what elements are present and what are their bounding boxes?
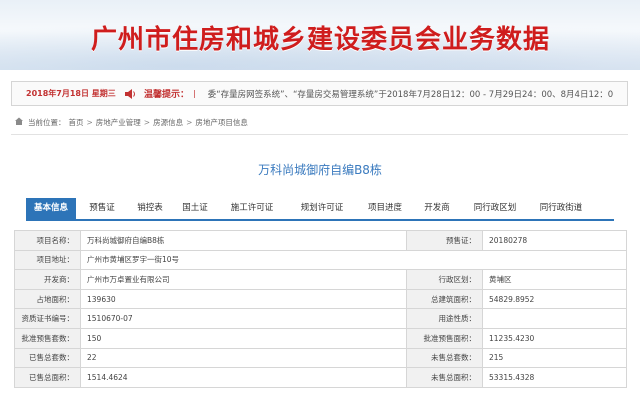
value-project-address: 广州市黄埔区罗宇一街10号 bbox=[80, 249, 627, 271]
tab-construction-permit[interactable]: 施工许可证 bbox=[218, 198, 286, 219]
tab-sales-control[interactable]: 销控表 bbox=[128, 198, 172, 219]
breadcrumb-arrow: > bbox=[186, 117, 193, 127]
tab-land-cert[interactable]: 国土证 bbox=[172, 198, 218, 219]
tab-progress[interactable]: 项目进度 bbox=[358, 198, 412, 219]
tab-bar: 基本信息 预售证 销控表 国土证 施工许可证 规划许可证 项目进度 开发商 同行… bbox=[26, 198, 614, 221]
speaker-icon bbox=[124, 88, 140, 100]
value-project-name: 万科尚城御府自编B8栋 bbox=[80, 230, 407, 251]
value-approved-area: 11235.4230 bbox=[482, 327, 627, 349]
tab-same-street[interactable]: 同行政街道 bbox=[528, 198, 594, 219]
label-project-address: 项目地址： bbox=[14, 249, 81, 271]
value-developer: 广州市万卓置业有限公司 bbox=[80, 269, 407, 290]
breadcrumb-project-info[interactable]: 房地产项目信息 bbox=[195, 117, 248, 128]
current-date: 2018年7月18日 星期三 bbox=[26, 89, 116, 98]
site-title: 广州市住房和城乡建设委员会业务数据 bbox=[91, 25, 551, 55]
table-row: 项目名称： 万科尚城御府自编B8栋 预售证： 20180278 bbox=[14, 230, 627, 251]
label-sold-area: 已售总面积： bbox=[14, 367, 81, 388]
value-district: 黄埔区 bbox=[482, 269, 627, 290]
table-row: 已售总套数： 22 未售总套数： 215 bbox=[14, 347, 627, 369]
project-title: 万科尚城御府自编B8栋 bbox=[258, 163, 382, 177]
notice-message[interactable]: 委“存量房网签系统”、“存量房交易管理系统”于2018年7月28日12：00 -… bbox=[208, 88, 613, 100]
table-row: 已售总面积： 1514.4624 未售总面积： 53315.4328 bbox=[14, 367, 627, 388]
value-total-floor-area: 54829.8952 bbox=[482, 288, 627, 310]
breadcrumb-home[interactable]: 首页 bbox=[69, 117, 84, 128]
breadcrumb-arrow: > bbox=[86, 117, 93, 127]
notice-separator: | bbox=[193, 89, 196, 98]
table-row: 项目地址： 广州市黄埔区罗宇一街10号 bbox=[14, 249, 627, 271]
tab-same-district[interactable]: 同行政区划 bbox=[462, 198, 528, 219]
value-unsold-units: 215 bbox=[482, 347, 627, 369]
breadcrumb-arrow: > bbox=[143, 117, 151, 127]
table-row: 资质证书编号： 1510670-07 用途性质： bbox=[14, 308, 627, 329]
table-row: 开发商： 广州市万卓置业有限公司 行政区划： 黄埔区 bbox=[14, 269, 627, 290]
value-presale-cert: 20180278 bbox=[482, 230, 627, 251]
breadcrumb-prefix: 当前位置： bbox=[28, 117, 66, 127]
site-header: 广州市住房和城乡建设委员会业务数据 bbox=[0, 0, 640, 70]
value-sold-area: 1514.4624 bbox=[80, 367, 407, 388]
label-presale-cert: 预售证： bbox=[406, 230, 483, 251]
label-land-area: 占地面积： bbox=[14, 288, 81, 310]
label-approved-area: 批准预售面积： bbox=[406, 327, 483, 349]
tab-basic-info[interactable]: 基本信息 bbox=[26, 198, 76, 219]
home-icon bbox=[14, 116, 28, 128]
tab-planning-permit[interactable]: 规划许可证 bbox=[286, 198, 358, 219]
value-usage bbox=[482, 308, 627, 329]
value-land-area: 139630 bbox=[80, 288, 407, 310]
notice-bar: 2018年7月18日 星期三 温馨提示： | 委“存量房网签系统”、“存量房交易… bbox=[11, 81, 628, 106]
label-sold-units: 已售总套数： bbox=[14, 347, 81, 369]
label-unsold-area: 未售总面积： bbox=[406, 367, 483, 388]
breadcrumb: 当前位置： 首页 > 房地产业管理 > 房源信息 > 房地产项目信息 bbox=[14, 116, 251, 128]
label-total-floor-area: 总建筑面积： bbox=[406, 288, 483, 310]
divider bbox=[11, 134, 628, 135]
label-usage: 用途性质： bbox=[406, 308, 483, 329]
label-approved-units: 批准预售套数： bbox=[14, 327, 81, 349]
project-info-table: 项目名称： 万科尚城御府自编B8栋 预售证： 20180278 项目地址： 广州… bbox=[14, 230, 627, 388]
table-row: 批准预售套数： 150 批准预售面积： 11235.4230 bbox=[14, 327, 627, 349]
label-district: 行政区划： bbox=[406, 269, 483, 290]
label-project-name: 项目名称： bbox=[14, 230, 81, 251]
value-approved-units: 150 bbox=[80, 327, 407, 349]
label-qualification-no: 资质证书编号： bbox=[14, 308, 81, 329]
label-developer: 开发商： bbox=[14, 269, 81, 290]
table-row: 占地面积： 139630 总建筑面积： 54829.8952 bbox=[14, 288, 627, 310]
value-sold-units: 22 bbox=[80, 347, 407, 369]
label-unsold-units: 未售总套数： bbox=[406, 347, 483, 369]
tab-presale-cert[interactable]: 预售证 bbox=[76, 198, 128, 219]
value-qualification-no: 1510670-07 bbox=[80, 308, 407, 329]
notice-title: 温馨提示： bbox=[144, 90, 190, 100]
value-unsold-area: 53315.4328 bbox=[482, 367, 627, 388]
tab-developer[interactable]: 开发商 bbox=[412, 198, 462, 219]
breadcrumb-listings[interactable]: 房源信息 bbox=[153, 117, 183, 128]
breadcrumb-estate-management[interactable]: 房地产业管理 bbox=[96, 117, 141, 128]
